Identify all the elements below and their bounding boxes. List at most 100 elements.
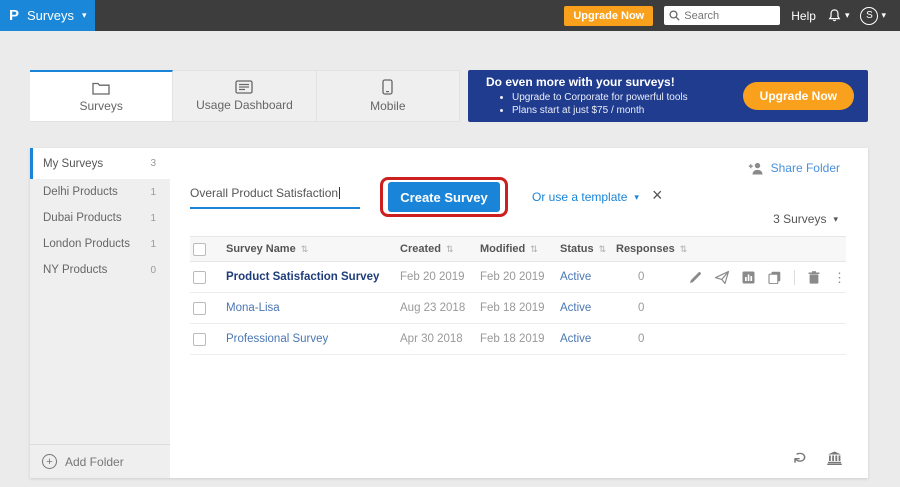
- section-tabs: Surveys Usage Dashboard Mobile: [30, 70, 460, 122]
- sort-icon[interactable]: ⇅: [680, 244, 688, 255]
- tab-surveys[interactable]: Surveys: [30, 70, 173, 121]
- folders-sidebar: My Surveys 3 Delhi Products 1 Dubai Prod…: [30, 148, 170, 478]
- banner-title: Do even more with your surveys!: [486, 75, 688, 89]
- table-header: Survey Name⇅ Created⇅ Modified⇅ Status⇅ …: [190, 236, 846, 262]
- folder-tools: ↻: [795, 450, 842, 465]
- delete-icon[interactable]: [808, 271, 820, 284]
- search-box[interactable]: [664, 6, 780, 25]
- survey-name-link[interactable]: Product Satisfaction Survey: [226, 271, 379, 283]
- more-options-icon[interactable]: ⋮: [833, 271, 846, 284]
- survey-name-link[interactable]: Mona-Lisa: [226, 302, 280, 314]
- use-template-dropdown[interactable]: Or use a template ▾: [532, 190, 639, 204]
- sort-icon[interactable]: ⇅: [446, 244, 454, 255]
- table-row: Professional Survey Apr 30 2018 Feb 18 2…: [190, 324, 846, 355]
- dashboard-icon: [235, 80, 253, 94]
- responses-count: 0: [616, 333, 678, 345]
- tab-label: Mobile: [370, 99, 405, 113]
- tab-usage-dashboard[interactable]: Usage Dashboard: [173, 71, 316, 121]
- avatar: S: [860, 7, 878, 25]
- banner-bullet: Plans start at just $75 / month: [512, 104, 688, 118]
- report-chart-icon[interactable]: [742, 271, 755, 284]
- tab-label: Surveys: [79, 99, 122, 113]
- sort-icon[interactable]: ⇅: [599, 244, 607, 255]
- col-survey-name[interactable]: Survey Name: [226, 243, 296, 255]
- bell-icon: [827, 8, 842, 23]
- survey-bank-icon[interactable]: [827, 451, 842, 465]
- search-icon: [669, 10, 680, 21]
- chevron-down-icon: ▾: [833, 215, 838, 224]
- text-cursor: [339, 187, 340, 199]
- add-person-icon: [748, 162, 765, 175]
- responses-count: 0: [616, 271, 678, 283]
- upgrade-now-button[interactable]: Upgrade Now: [564, 6, 653, 26]
- banner-upgrade-button[interactable]: Upgrade Now: [743, 82, 854, 110]
- col-created[interactable]: Created: [400, 243, 441, 255]
- sidebar-item-dubai-products[interactable]: Dubai Products 1: [30, 205, 170, 231]
- plus-circle-icon: +: [42, 454, 57, 469]
- add-folder-label: Add Folder: [65, 455, 124, 469]
- mobile-icon: [382, 79, 393, 95]
- tab-mobile[interactable]: Mobile: [317, 71, 459, 121]
- content-card: My Surveys 3 Delhi Products 1 Dubai Prod…: [30, 148, 868, 478]
- help-link[interactable]: Help: [791, 9, 816, 23]
- app-logo-icon: P: [9, 7, 19, 24]
- surveys-count-dropdown[interactable]: 3 Surveys ▾: [773, 212, 838, 226]
- app-menu[interactable]: P Surveys ▾: [0, 0, 95, 31]
- create-survey-row: Overall Product Satisfaction Create Surv…: [190, 182, 846, 220]
- sidebar-item-delhi-products[interactable]: Delhi Products 1: [30, 179, 170, 205]
- modified-date: Feb 18 2019: [480, 333, 560, 345]
- row-checkbox[interactable]: [193, 271, 206, 284]
- sidebar-item-ny-products[interactable]: NY Products 0: [30, 257, 170, 283]
- status-badge[interactable]: Active: [560, 271, 591, 283]
- send-icon[interactable]: [715, 271, 729, 284]
- survey-name-input[interactable]: Overall Product Satisfaction: [190, 186, 360, 209]
- row-checkbox[interactable]: [193, 302, 206, 315]
- share-folder-label: Share Folder: [771, 161, 840, 175]
- folder-label: Dubai Products: [43, 212, 122, 224]
- select-all-checkbox[interactable]: [193, 243, 206, 256]
- sidebar-item-my-surveys[interactable]: My Surveys 3: [30, 148, 170, 179]
- sort-icon[interactable]: ⇅: [301, 244, 309, 255]
- tab-label: Usage Dashboard: [196, 98, 293, 112]
- search-input[interactable]: [684, 10, 769, 22]
- app-menu-label: Surveys: [27, 8, 74, 23]
- created-date: Feb 20 2019: [400, 271, 480, 283]
- surveys-pane: Share Folder Overall Product Satisfactio…: [170, 148, 868, 478]
- status-badge[interactable]: Active: [560, 333, 591, 345]
- folder-label: NY Products: [43, 264, 107, 276]
- sidebar-item-london-products[interactable]: London Products 1: [30, 231, 170, 257]
- folder-count: 1: [150, 213, 156, 224]
- upgrade-banner: Do even more with your surveys! Upgrade …: [468, 70, 868, 122]
- status-badge[interactable]: Active: [560, 302, 591, 314]
- share-folder-button[interactable]: Share Folder: [748, 161, 840, 175]
- folder-count: 3: [150, 158, 156, 169]
- restore-icon[interactable]: ↻: [793, 451, 811, 464]
- edit-icon[interactable]: [689, 271, 702, 284]
- survey-name-link[interactable]: Professional Survey: [226, 333, 328, 345]
- col-modified[interactable]: Modified: [480, 243, 525, 255]
- created-date: Aug 23 2018: [400, 302, 480, 314]
- col-responses[interactable]: Responses: [616, 243, 675, 255]
- row-checkbox[interactable]: [193, 333, 206, 346]
- folder-count: 0: [150, 265, 156, 276]
- table-row: Product Satisfaction Survey Feb 20 2019 …: [190, 262, 846, 293]
- add-folder-button[interactable]: + Add Folder: [30, 444, 170, 478]
- notifications-menu[interactable]: ▾: [827, 8, 850, 23]
- sort-icon[interactable]: ⇅: [530, 244, 538, 255]
- responses-count: 0: [616, 302, 678, 314]
- folder-count: 1: [150, 187, 156, 198]
- surveys-table: Survey Name⇅ Created⇅ Modified⇅ Status⇅ …: [190, 236, 846, 355]
- modified-date: Feb 20 2019: [480, 271, 560, 283]
- copy-icon[interactable]: [768, 271, 781, 284]
- table-row: Mona-Lisa Aug 23 2018 Feb 18 2019 Active…: [190, 293, 846, 324]
- chevron-down-icon: ▾: [634, 193, 639, 202]
- chevron-down-icon: ▾: [82, 11, 87, 20]
- close-icon[interactable]: ×: [652, 185, 663, 206]
- folder-label: Delhi Products: [43, 186, 118, 198]
- account-menu[interactable]: S ▾: [860, 7, 886, 25]
- top-bar: P Surveys ▾ Upgrade Now Help ▾ S ▾: [0, 0, 900, 31]
- folder-icon: [92, 81, 110, 95]
- create-survey-button[interactable]: Create Survey: [388, 182, 500, 212]
- col-status[interactable]: Status: [560, 243, 594, 255]
- created-date: Apr 30 2018: [400, 333, 480, 345]
